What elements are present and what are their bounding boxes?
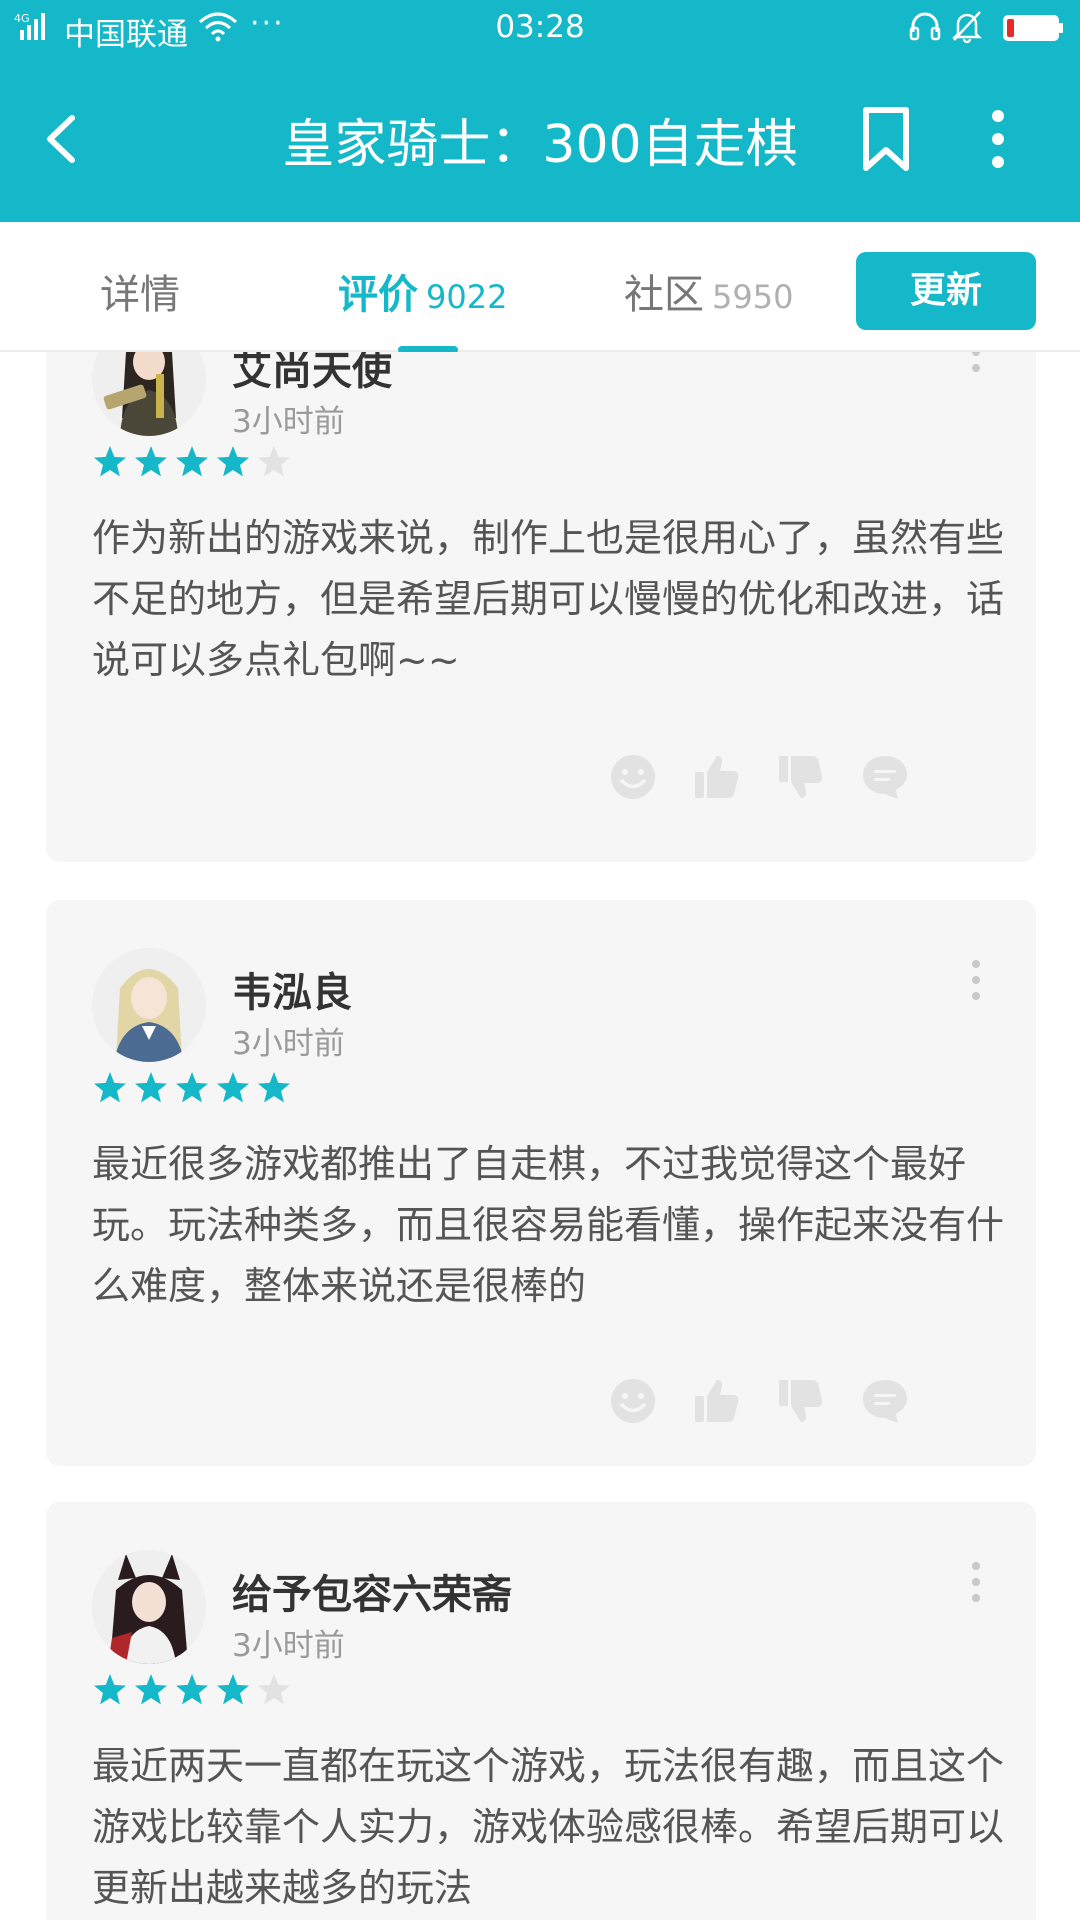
review-text: 作为新出的游戏来说，制作上也是很用心了，虽然有些不足的地方，但是希望后期可以慢慢… [92,516,1005,682]
review-card: 给予包容六荣斋 3小时前 最近两天一直都在玩这个游戏，玩法很有趣，而且这个游戏比… [46,1502,1036,1920]
avatar[interactable] [92,352,206,436]
comment-icon[interactable] [860,1376,910,1426]
more-vertical-icon[interactable] [978,106,1018,172]
back-arrow-icon[interactable] [36,106,96,172]
review-more-icon[interactable] [966,1560,986,1604]
star-filled-icon [176,1674,208,1705]
review-text: 最近两天一直都在玩这个游戏，玩法很有趣，而且这个游戏比较靠个人实力，游戏体验感很… [92,1744,1005,1910]
star-filled-icon [176,446,208,477]
review-more-icon[interactable] [966,958,986,1002]
emoji-icon[interactable] [608,752,658,802]
tab-bar: 详情 评价 9022 社区 5950 更新 [0,222,1080,354]
tab-label: 社区 [624,272,704,318]
review-actions [608,1376,1028,1426]
star-filled-icon [94,1072,126,1103]
status-bar: 4G 中国联通 ··· 03:28 [0,0,1080,56]
thumbs-up-icon[interactable] [692,752,742,802]
tab-community[interactable]: 社区 5950 [624,262,793,320]
avatar[interactable] [92,1550,206,1664]
review-text: 最近很多游戏都推出了自走棋，不过我觉得这个最好玩。玩法种类多，而且很容易能看懂，… [92,1142,1005,1308]
review-time: 3小时前 [232,1628,345,1664]
app-bar: 皇家骑士：300自走棋 [0,56,1080,222]
review-username[interactable]: 艾尚天使 [232,352,392,396]
star-filled-icon [94,446,126,477]
tab-label: 详情 [100,272,180,318]
review-actions [608,752,1028,802]
star-filled-icon [217,1674,249,1705]
tab-count: 9022 [426,278,508,316]
review-card: 韦泓良 3小时前 最近很多游戏都推出了自走棋，不过我觉得这个最好玩。玩法种类多，… [46,900,1036,1466]
comment-icon[interactable] [860,752,910,802]
update-button[interactable]: 更新 [856,252,1036,330]
star-empty-icon [258,1674,290,1705]
review-list[interactable]: 艾尚天使 3小时前 作为新出的游戏来说，制作上也是很用心了，虽然有些不足的地方，… [0,352,1080,1920]
avatar[interactable] [92,948,206,1062]
headset-icon [909,12,941,41]
bell-muted-icon [951,11,983,44]
tab-label: 评价 [338,272,418,318]
star-filled-icon [135,1674,167,1705]
review-username[interactable]: 给予包容六荣斋 [232,1562,512,1620]
star-filled-icon [135,1072,167,1103]
star-filled-icon [94,1674,126,1705]
tab-details[interactable]: 详情 [100,262,180,320]
star-filled-icon [217,446,249,477]
star-filled-icon [135,446,167,477]
thumbs-down-icon[interactable] [776,752,826,802]
review-username[interactable]: 韦泓良 [232,960,352,1018]
star-empty-icon [258,446,290,477]
page-title: 皇家骑士：300自走棋 [282,115,798,175]
star-filled-icon [258,1072,290,1103]
thumbs-up-icon[interactable] [692,1376,742,1426]
battery-low-icon [1003,15,1063,41]
emoji-icon[interactable] [608,1376,658,1426]
review-more-icon[interactable] [966,352,986,374]
thumbs-down-icon[interactable] [776,1376,826,1426]
bookmark-icon[interactable] [856,104,916,174]
tab-reviews[interactable]: 评价 9022 [338,262,507,320]
review-card: 艾尚天使 3小时前 作为新出的游戏来说，制作上也是很用心了，虽然有些不足的地方，… [46,352,1036,862]
star-filled-icon [217,1072,249,1103]
tab-count: 5950 [712,278,794,316]
review-time: 3小时前 [232,404,345,440]
review-time: 3小时前 [232,1026,345,1062]
star-filled-icon [176,1072,208,1103]
